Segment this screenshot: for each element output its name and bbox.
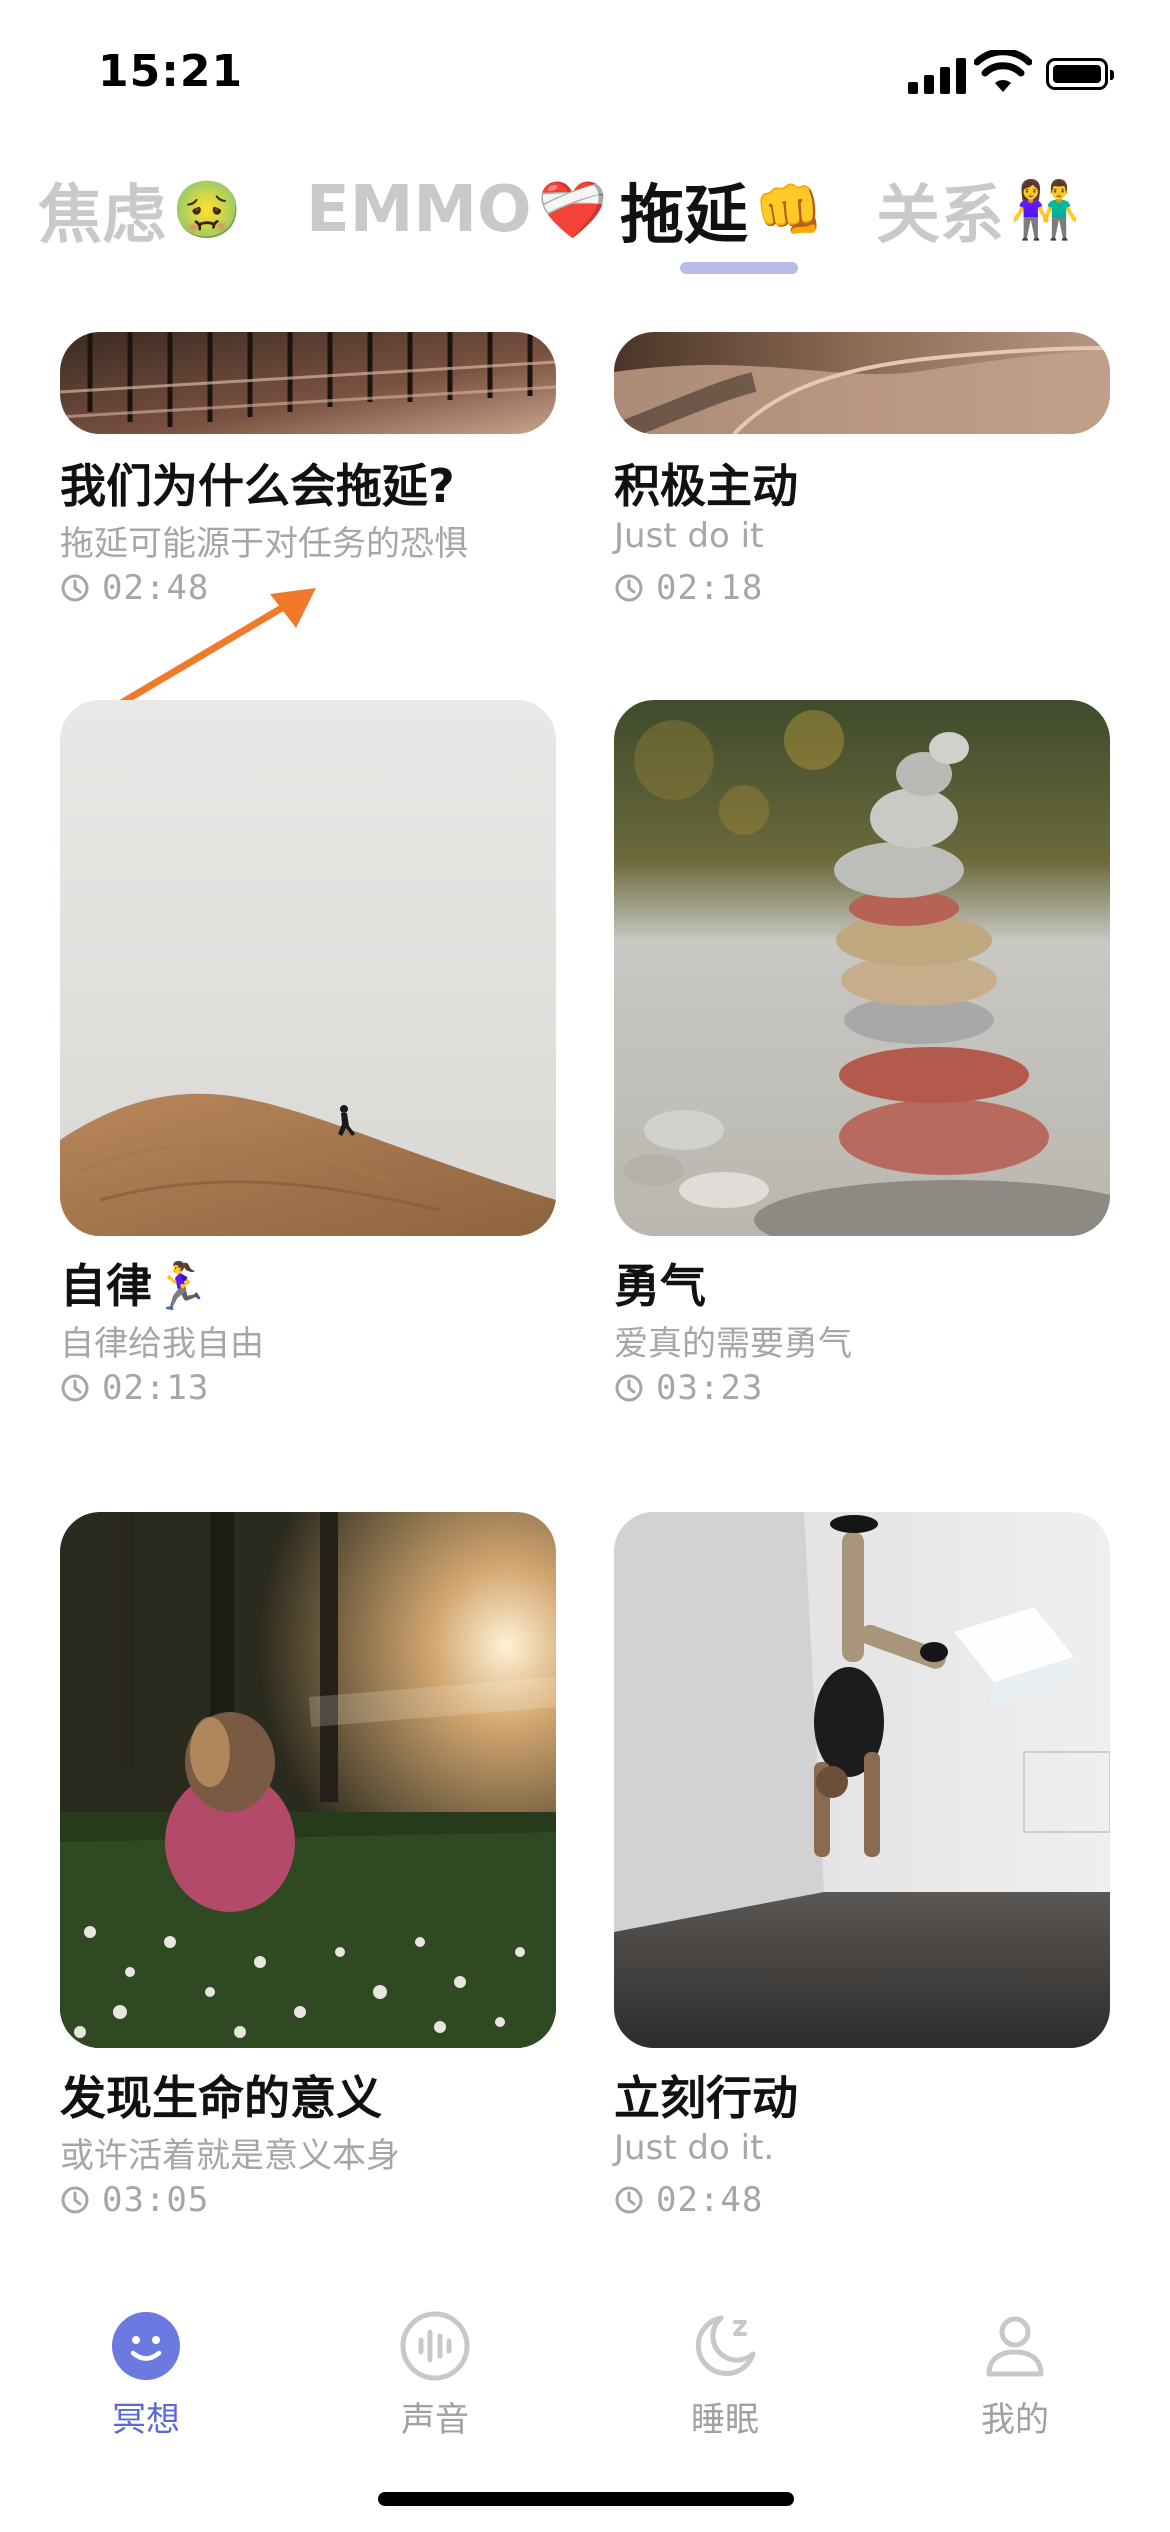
card-duration: 03:05 bbox=[60, 2180, 209, 2220]
card-duration: 02:18 bbox=[614, 568, 763, 608]
card-title: 我们为什么会拖延? bbox=[60, 459, 455, 513]
couple-icon: 👫 bbox=[1010, 178, 1080, 243]
duration-text: 03:23 bbox=[656, 1368, 764, 1408]
card-subtitle: 拖延可能源于对任务的恐惧 bbox=[60, 524, 468, 564]
card-image bbox=[60, 700, 556, 1236]
moon-sleep-icon bbox=[695, 2315, 756, 2376]
card-title: 勇气 bbox=[614, 1259, 706, 1313]
card-subtitle: 或许活着就是意义本身 bbox=[60, 2136, 400, 2176]
arrow-annotation bbox=[102, 588, 316, 716]
card-image bbox=[60, 1512, 556, 2048]
duration-text: 02:48 bbox=[656, 2180, 764, 2220]
wifi-icon bbox=[974, 50, 1032, 92]
duration-text: 02:13 bbox=[102, 1368, 210, 1408]
card-duration: 03:23 bbox=[614, 1368, 763, 1408]
session-card[interactable]: 自律🏃‍♀️ 自律给我自由 02:13 bbox=[60, 700, 556, 1420]
tab-procrastination[interactable]: 拖延 👊 bbox=[620, 160, 824, 260]
tab-label: 拖延 bbox=[620, 179, 748, 253]
session-card[interactable]: 立刻行动 Just do it. 02:48 bbox=[614, 1512, 1110, 2232]
person-icon bbox=[986, 2316, 1044, 2377]
nav-sleep[interactable]: 睡眠 bbox=[625, 2308, 825, 2458]
category-tabs: 焦虑 🤢 EMMO ❤️‍🩹 拖延 👊 关系 👫 bbox=[0, 160, 1170, 290]
card-subtitle: Just do it. bbox=[614, 2128, 775, 2168]
duration-text: 02:18 bbox=[656, 568, 764, 608]
clock-icon bbox=[615, 574, 643, 602]
card-subtitle: 自律给我自由 bbox=[60, 1324, 264, 1364]
nav-sounds[interactable]: 声音 bbox=[335, 2308, 535, 2458]
nav-profile[interactable]: 我的 bbox=[915, 2308, 1115, 2458]
tab-anxiety[interactable]: 焦虑 🤢 bbox=[38, 160, 242, 260]
tab-label: 关系 bbox=[876, 179, 1004, 253]
tab-relationships[interactable]: 关系 👫 bbox=[876, 160, 1080, 260]
session-card[interactable]: 发现生命的意义 或许活着就是意义本身 03:05 bbox=[60, 1512, 556, 2232]
sound-wave-icon bbox=[400, 2311, 470, 2381]
nauseated-face-icon: 🤢 bbox=[172, 178, 242, 243]
tab-label: 焦虑 bbox=[38, 179, 166, 253]
smile-face-icon bbox=[112, 2312, 180, 2380]
card-title: 积极主动 bbox=[614, 459, 798, 513]
mending-heart-icon: ❤️‍🩹 bbox=[537, 178, 608, 243]
clock-icon bbox=[615, 1374, 643, 1402]
clock-icon bbox=[615, 2186, 643, 2214]
card-image bbox=[60, 332, 556, 434]
nav-label: 冥想 bbox=[112, 2400, 180, 2440]
nav-label: 我的 bbox=[981, 2400, 1049, 2440]
status-bar: 15:21 bbox=[0, 0, 1170, 150]
active-tab-indicator bbox=[680, 262, 798, 274]
session-card[interactable]: 积极主动 Just do it 02:18 bbox=[614, 332, 1110, 622]
tab-emmo[interactable]: EMMO ❤️‍🩹 bbox=[306, 160, 607, 260]
home-indicator[interactable] bbox=[378, 2492, 794, 2506]
nav-meditation[interactable]: 冥想 bbox=[46, 2308, 246, 2458]
card-title: 立刻行动 bbox=[614, 2071, 798, 2125]
card-image bbox=[614, 700, 1110, 1236]
card-image bbox=[614, 1512, 1110, 2048]
fist-icon: 👊 bbox=[754, 178, 824, 243]
clock-icon bbox=[61, 2186, 89, 2214]
card-duration: 02:13 bbox=[60, 1368, 209, 1408]
tab-label: EMMO bbox=[306, 173, 532, 247]
cellular-signal-icon bbox=[908, 56, 968, 94]
card-title: 自律🏃‍♀️ bbox=[60, 1259, 210, 1313]
session-card[interactable]: 勇气 爱真的需要勇气 03:23 bbox=[614, 700, 1110, 1420]
session-card[interactable]: 我们为什么会拖延? 拖延可能源于对任务的恐惧 02:48 bbox=[60, 332, 556, 622]
card-subtitle: 爱真的需要勇气 bbox=[614, 1324, 852, 1364]
battery-icon bbox=[1046, 58, 1114, 90]
card-duration: 02:48 bbox=[614, 2180, 763, 2220]
clock-icon bbox=[61, 574, 89, 602]
card-title: 发现生命的意义 bbox=[60, 2071, 382, 2125]
card-subtitle: Just do it bbox=[614, 516, 764, 556]
nav-label: 睡眠 bbox=[691, 2400, 759, 2440]
duration-text: 03:05 bbox=[102, 2180, 210, 2220]
card-image bbox=[614, 332, 1110, 434]
nav-label: 声音 bbox=[401, 2400, 469, 2440]
clock-icon bbox=[61, 1374, 89, 1402]
status-time: 15:21 bbox=[98, 46, 244, 97]
